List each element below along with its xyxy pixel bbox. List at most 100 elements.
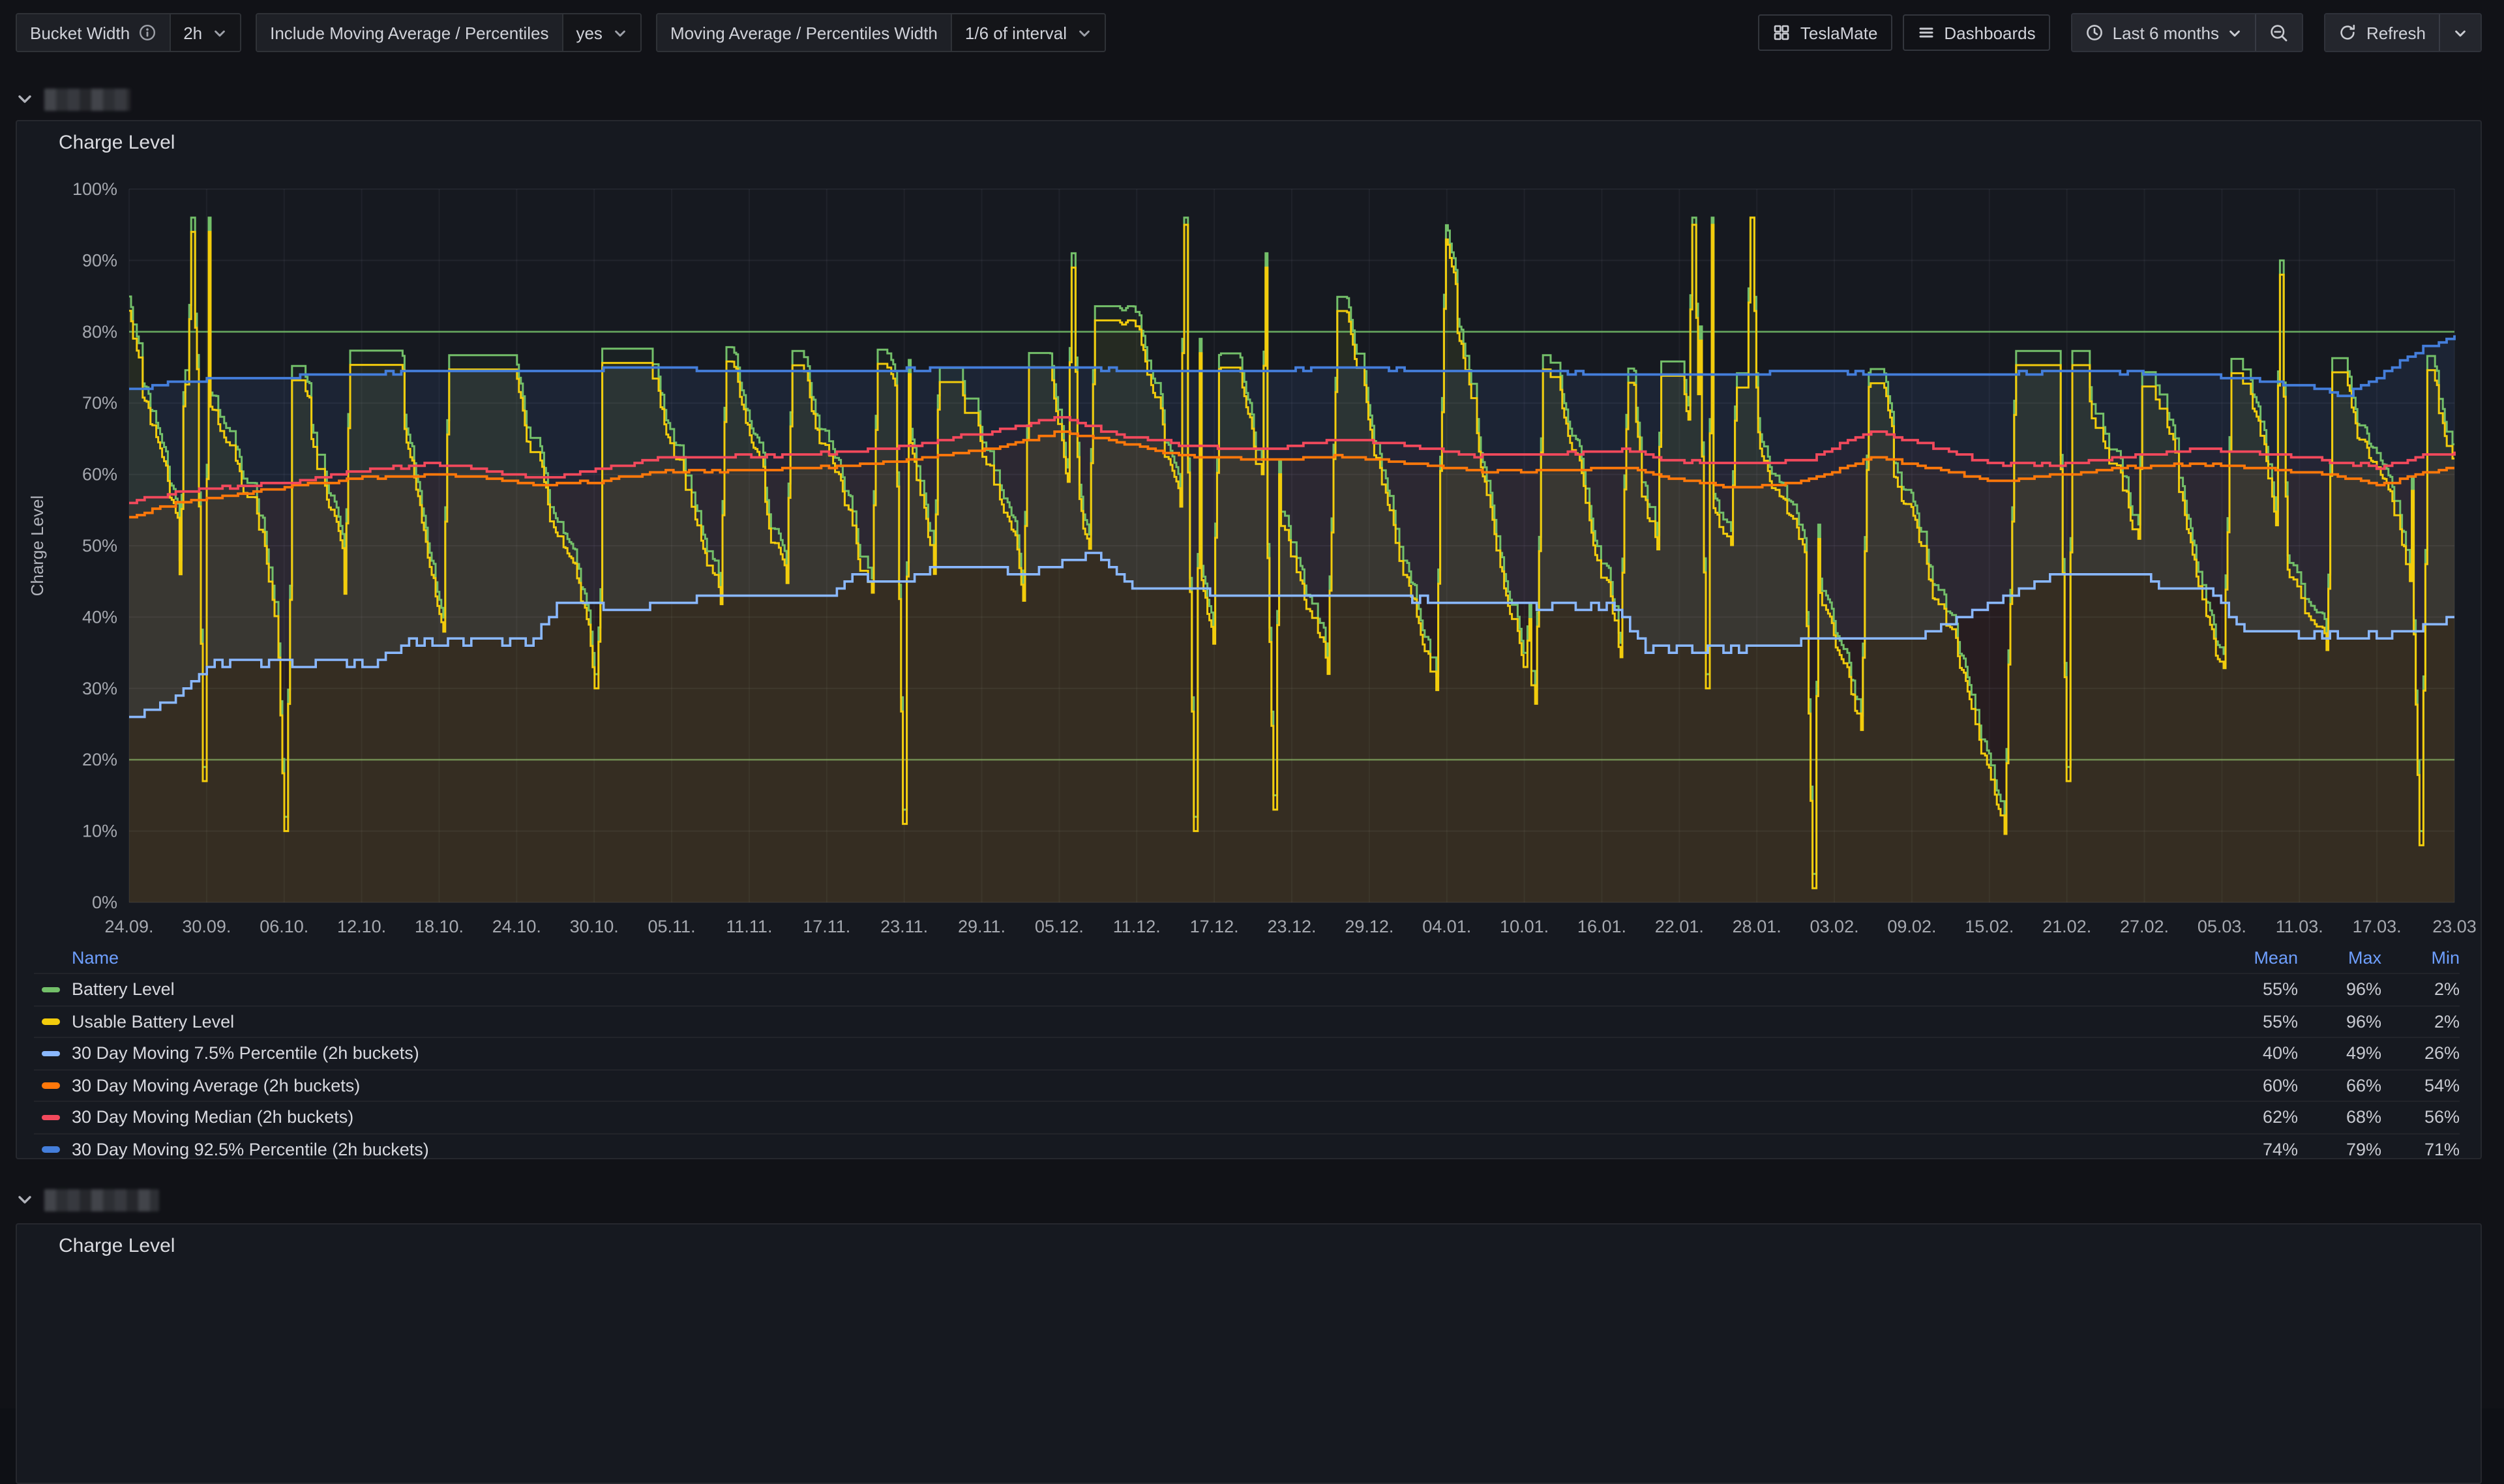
legend-series-name[interactable]: 30 Day Moving Average (2h buckets) — [34, 1076, 2214, 1095]
row-title-redacted — [44, 1189, 159, 1211]
y-axis-tick-label: 20% — [82, 750, 117, 769]
y-axis-tick-label: 30% — [82, 679, 117, 698]
zoom-out-button[interactable] — [2256, 14, 2303, 51]
legend-max-value: 49% — [2298, 1044, 2381, 1063]
y-axis-tick-label: 40% — [82, 607, 117, 627]
legend-min-value: 54% — [2381, 1076, 2460, 1095]
legend-series-name[interactable]: Usable Battery Level — [34, 1012, 2214, 1031]
legend-row[interactable]: Usable Battery Level55%96%2% — [34, 1005, 2460, 1037]
x-axis-tick-label: 06.10. — [260, 917, 308, 936]
legend-min-value: 2% — [2381, 980, 2460, 1000]
legend-header-min[interactable]: Min — [2381, 948, 2460, 968]
zoom-out-icon — [2270, 23, 2289, 42]
var-label-text: Include Moving Average / Percentiles — [270, 23, 548, 42]
legend-header-name[interactable]: Name — [34, 948, 2214, 968]
row-title-redacted — [44, 88, 130, 110]
legend-max-value: 96% — [2298, 1012, 2381, 1031]
legend-row[interactable]: 30 Day Moving Median (2h buckets)62%68%5… — [34, 1101, 2460, 1133]
var-value-text: yes — [576, 23, 602, 42]
var-label-text: Moving Average / Percentiles Width — [670, 23, 938, 42]
charge-level-panel-2: Charge Level — [16, 1223, 2482, 1484]
time-picker-group: Last 6 months — [2071, 13, 2304, 52]
legend-swatch-icon — [42, 1082, 60, 1088]
x-axis-tick-label: 18.10. — [415, 917, 464, 936]
legend-mean-value: 55% — [2214, 1012, 2298, 1031]
row-header-1[interactable] — [16, 83, 130, 115]
chevron-down-icon — [2228, 25, 2243, 40]
x-axis-tick-label: 03.02. — [1810, 917, 1859, 936]
legend-swatch-icon — [42, 987, 60, 992]
legend-header-mean[interactable]: Mean — [2214, 948, 2298, 968]
x-axis-tick-label: 17.03. — [2353, 917, 2402, 936]
legend-min-value: 2% — [2381, 1012, 2460, 1031]
x-axis-tick-label: 29.11. — [958, 917, 1006, 936]
time-range-button[interactable]: Last 6 months — [2072, 14, 2256, 51]
x-axis-tick-label: 29.12. — [1345, 917, 1394, 936]
panel-title[interactable]: Charge Level — [59, 1235, 175, 1257]
x-axis-tick-label: 11.11. — [726, 917, 772, 936]
legend-series-name[interactable]: 30 Day Moving 92.5% Percentile (2h bucke… — [34, 1140, 2214, 1159]
teslamate-button-label: TeslaMate — [1800, 23, 1878, 42]
x-axis-tick-label: 30.09. — [182, 917, 231, 936]
var-bucket-width-label: Bucket Width — [17, 14, 169, 51]
var-ma-width-label: Moving Average / Percentiles Width — [657, 14, 951, 51]
x-axis-tick-label: 12.10. — [337, 917, 386, 936]
legend-max-value: 68% — [2298, 1108, 2381, 1127]
legend-series-name[interactable]: Battery Level — [34, 980, 2214, 1000]
var-include-label: Include Moving Average / Percentiles — [257, 14, 561, 51]
y-axis-tick-label: 0% — [92, 893, 117, 912]
legend-max-value: 96% — [2298, 980, 2381, 1000]
legend-min-value: 26% — [2381, 1044, 2460, 1063]
legend-series-name[interactable]: 30 Day Moving 7.5% Percentile (2h bucket… — [34, 1044, 2214, 1063]
x-axis-tick-label: 17.12. — [1190, 917, 1239, 936]
legend-swatch-icon — [42, 1050, 60, 1056]
y-axis-tick-label: 90% — [82, 250, 117, 270]
legend-row[interactable]: Battery Level55%96%2% — [34, 973, 2460, 1005]
var-ma-width-value[interactable]: 1/6 of interval — [951, 14, 1105, 51]
legend-min-value: 56% — [2381, 1108, 2460, 1127]
chevron-down-icon — [2453, 25, 2467, 40]
legend-row[interactable]: 30 Day Moving 7.5% Percentile (2h bucket… — [34, 1037, 2460, 1069]
y-axis-tick-label: 70% — [82, 393, 117, 413]
legend-max-value: 66% — [2298, 1076, 2381, 1095]
x-axis-tick-label: 10.01. — [1500, 917, 1549, 936]
chevron-down-icon — [1077, 25, 1092, 40]
x-axis-tick-label: 15.02. — [1965, 917, 2014, 936]
dashboard-toolbar: Bucket Width 2h Include Moving Average /… — [16, 14, 2482, 51]
row-header-2[interactable] — [16, 1184, 159, 1215]
var-label-text: Bucket Width — [30, 23, 130, 42]
chevron-down-icon[interactable] — [16, 1191, 34, 1209]
legend-mean-value: 40% — [2214, 1044, 2298, 1063]
chevron-down-icon[interactable] — [16, 90, 34, 108]
legend-row[interactable]: 30 Day Moving 92.5% Percentile (2h bucke… — [34, 1133, 2460, 1165]
x-axis-tick-label: 23.11. — [880, 917, 928, 936]
refresh-group: Refresh — [2325, 13, 2482, 52]
legend-header-max[interactable]: Max — [2298, 948, 2381, 968]
dashboards-button[interactable]: Dashboards — [1902, 14, 2049, 51]
var-value-text: 2h — [183, 23, 202, 42]
y-axis-tick-label: 80% — [82, 322, 117, 342]
panel-title[interactable]: Charge Level — [59, 132, 175, 154]
x-axis-tick-label: 27.02. — [2120, 917, 2169, 936]
legend-row[interactable]: 30 Day Moving Average (2h buckets)60%66%… — [34, 1069, 2460, 1101]
x-axis-tick-label: 16.01. — [1577, 917, 1626, 936]
legend-swatch-icon — [42, 1146, 60, 1152]
teslamate-button[interactable]: TeslaMate — [1759, 14, 1892, 51]
time-range-label: Last 6 months — [2113, 23, 2219, 42]
refresh-icon — [2339, 23, 2357, 42]
info-circle-icon[interactable] — [138, 23, 156, 42]
var-bucket-width-value[interactable]: 2h — [169, 14, 240, 51]
var-bucket-width: Bucket Width 2h — [16, 13, 241, 52]
legend-series-name[interactable]: 30 Day Moving Median (2h buckets) — [34, 1108, 2214, 1127]
x-axis-tick-label: 04.01. — [1422, 917, 1471, 936]
legend-mean-value: 74% — [2214, 1140, 2298, 1159]
charge-level-chart[interactable]: 0%10%20%30%40%50%60%70%80%90%100%24.09.3… — [17, 163, 2481, 945]
refresh-interval-dropdown[interactable] — [2439, 14, 2481, 51]
refresh-button[interactable]: Refresh — [2326, 14, 2439, 51]
x-axis-tick-label: 17.11. — [803, 917, 850, 936]
var-include-value[interactable]: yes — [561, 14, 640, 51]
dashboards-list-icon — [1916, 23, 1935, 42]
x-axis-tick-label: 05.03. — [2198, 917, 2246, 936]
legend-mean-value: 55% — [2214, 980, 2298, 1000]
legend-mean-value: 60% — [2214, 1076, 2298, 1095]
